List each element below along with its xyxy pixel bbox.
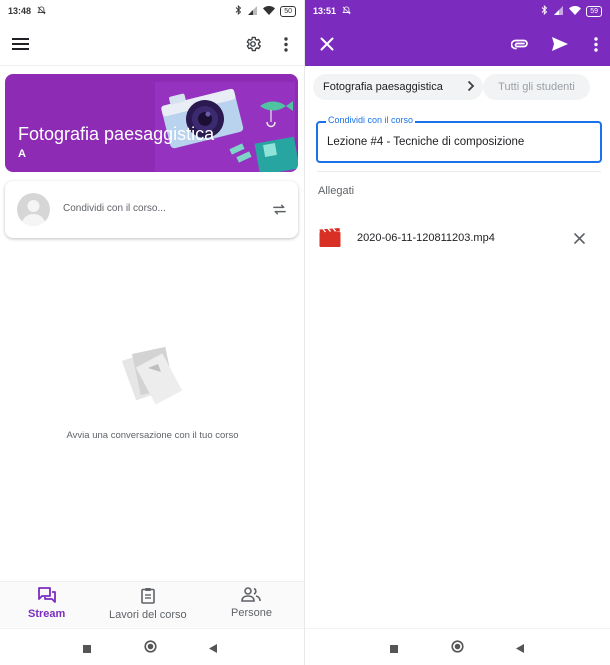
wifi-icon [569,5,582,17]
status-bar: 13:51 59 [305,0,610,22]
top-app-bar [0,22,304,66]
nav-classwork[interactable]: Lavori del corso [109,587,187,621]
chevron-right-icon [467,80,475,95]
nav-classwork-label: Lavori del corso [109,609,187,621]
bluetooth-icon [235,4,242,17]
right-screen: 13:51 59 Fotografia paesaggistica Tutti … [305,0,610,665]
signal-icon [553,5,564,17]
battery-level: 59 [586,5,602,17]
attach-icon[interactable] [509,34,531,54]
status-time: 13:48 [8,6,32,16]
bluetooth-icon [541,4,548,17]
course-title: Fotografia paesaggistica [18,124,215,144]
attachment-item[interactable]: 2020-06-11-120811203.mp4 [305,222,610,254]
more-options-icon[interactable] [589,34,603,54]
divider [317,171,601,172]
announcement-text-field[interactable]: Condividi con il corso Lezione #4 - Tecn… [316,115,602,163]
recent-apps-icon[interactable] [389,641,399,659]
back-icon[interactable] [208,641,218,659]
left-screen: 13:48 50 Fotografia paesaggistica A Cond… [0,0,305,665]
more-options-icon[interactable] [278,34,294,54]
status-time: 13:51 [313,6,337,16]
nav-stream-label: Stream [28,608,66,620]
students-selector-chip[interactable]: Tutti gli studenti [483,74,590,100]
share-placeholder: Condividi con il corso... [63,203,166,214]
wifi-icon [263,5,276,17]
recent-apps-icon[interactable] [82,641,92,659]
attachments-heading: Allegati [318,185,355,197]
settings-gear-icon[interactable] [242,33,264,55]
course-selector-chip[interactable]: Fotografia paesaggistica [313,74,483,100]
home-icon[interactable] [451,640,464,658]
course-chip-label: Fotografia paesaggistica [323,81,443,93]
empty-stream-message: Avvia una conversazione con il tuo corso [66,430,239,441]
empty-stream-illustration [121,342,183,408]
video-file-icon [319,227,341,252]
compose-app-bar [305,22,610,66]
bottom-navigation: Stream Lavori del corso Persone [0,581,304,627]
course-section: A [18,148,26,160]
signal-icon [247,5,258,17]
notifications-off-icon [37,5,46,17]
avatar [17,193,50,226]
system-navigation-bar [305,628,610,665]
field-value[interactable]: Lezione #4 - Tecniche di composizione [327,136,524,148]
battery-level: 50 [280,5,296,17]
stream-icon [37,587,56,606]
system-navigation-bar [0,628,304,665]
nav-people-label: Persone [231,607,272,619]
nav-stream[interactable]: Stream [28,587,65,620]
status-bar: 13:48 50 [0,0,304,22]
home-icon[interactable] [144,640,157,658]
attachment-filename: 2020-06-11-120811203.mp4 [357,232,495,244]
students-chip-label: Tutti gli studenti [498,81,575,93]
remove-attachment-icon[interactable] [571,230,587,246]
send-icon[interactable] [549,33,571,55]
repost-swap-icon[interactable] [269,199,289,219]
close-icon[interactable] [317,34,337,54]
share-with-class-card[interactable]: Condividi con il corso... [5,181,298,238]
notifications-off-icon [342,5,351,17]
back-icon[interactable] [515,641,525,659]
people-icon [241,587,262,605]
menu-icon[interactable] [10,34,30,54]
course-banner[interactable]: Fotografia paesaggistica A [5,74,298,172]
nav-people[interactable]: Persone [231,587,272,619]
classwork-icon [141,587,155,607]
camera-illustration [155,82,298,172]
field-label: Condividi con il corso [326,115,416,125]
